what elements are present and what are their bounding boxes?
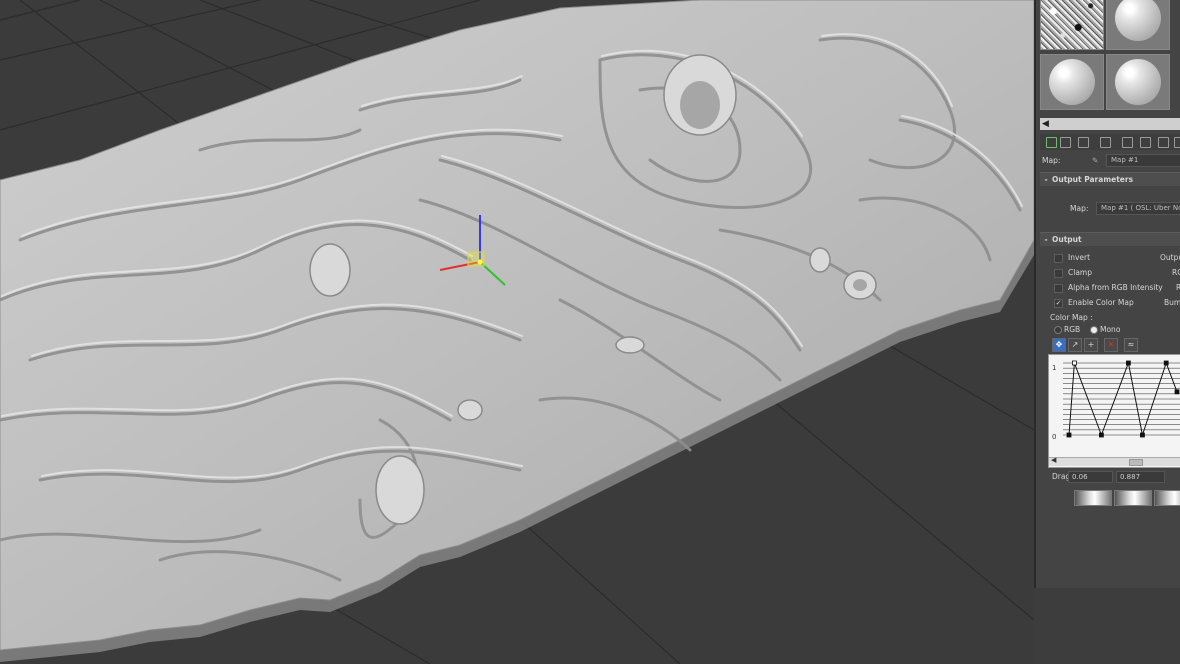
assign-material-icon[interactable] [1078,137,1089,148]
show-map-icon[interactable] [1158,137,1169,148]
drag-x-value[interactable]: 0.06 [1068,471,1113,483]
alpha-row: Alpha from RGB Intensity R [1040,281,1180,294]
add-point-icon[interactable]: + [1084,338,1098,352]
gradient-preset-button[interactable] [1114,490,1152,506]
rollout-collapse-icon: - [1044,235,1048,244]
rollout-title: Output Parameters [1052,175,1134,184]
enable-color-map-row: ✓ Enable Color Map Bump [1040,296,1180,309]
material-slot-3[interactable] [1040,54,1104,110]
output-amount-label: Output [1160,253,1180,262]
rollout-title: Output [1052,235,1082,244]
curve-control-point[interactable] [1099,432,1104,438]
material-slot-noise[interactable] [1040,0,1104,50]
invert-checkbox[interactable] [1054,254,1063,263]
curve-control-point[interactable] [1071,360,1077,366]
mono-radio[interactable] [1090,326,1098,334]
map-row: Map: ✎ Map #1 [1040,154,1180,167]
output-map-label: Map: [1070,204,1089,213]
viewport-canvas[interactable] [0,0,1034,664]
color-map-curve-graph[interactable]: 1 0 ◀ [1048,354,1180,468]
output-map-row: Map: Map #1 ( OSL: Uber Noise [1040,202,1180,215]
invert-label: Invert [1068,253,1091,262]
bump-amount-label: Bump [1164,298,1180,307]
scroll-left-icon[interactable]: ◀ [1051,456,1056,464]
output-parameters-rollout[interactable]: - Output Parameters [1040,172,1180,186]
map-name-field[interactable]: Map #1 [1106,154,1180,167]
curve-control-point[interactable] [1174,389,1180,395]
sphere-preview-icon [1115,59,1161,105]
mono-label: Mono [1100,325,1121,334]
curve-control-point[interactable] [1140,432,1145,438]
clamp-checkbox[interactable] [1054,269,1063,278]
material-slots [1040,0,1180,118]
delete-icon[interactable] [1100,137,1111,148]
reset-curve-icon[interactable]: ≈ [1124,338,1138,352]
move-point-icon[interactable]: ✥ [1052,338,1066,352]
map-label: Map: [1042,156,1061,165]
curve-y-max-label: 1 [1052,364,1057,372]
curve-control-point[interactable] [1126,360,1131,366]
alpha-from-rgb-label: Alpha from RGB Intensity [1068,283,1163,292]
material-toolbar [1040,134,1180,150]
drag-y-value[interactable]: 0.887 [1116,471,1165,483]
curve-control-point[interactable] [1066,432,1072,438]
scroll-left-icon[interactable]: ◀ [1042,118,1049,130]
sphere-preview-icon [1115,0,1161,41]
gradient-preset-button[interactable] [1154,490,1180,506]
sphere-preview-icon [1049,59,1095,105]
eyedropper-icon[interactable]: ✎ [1092,154,1098,167]
delete-point-icon[interactable]: ✕ [1104,338,1118,352]
scale-point-icon[interactable]: ↗ [1068,338,1082,352]
color-map-toolbar: ✥ ↗ + ✕ ≈ [1040,338,1180,352]
output-map-button[interactable]: Map #1 ( OSL: Uber Noise [1096,202,1180,215]
put-to-scene-icon[interactable] [1060,137,1071,148]
go-parent-icon[interactable] [1174,137,1180,148]
rgb-label: RGB [1064,325,1081,334]
clamp-label: Clamp [1068,268,1092,277]
gradient-preset-button[interactable] [1074,490,1112,506]
color-map-mode-row: RGB Mono [1040,323,1180,336]
enable-color-map-label: Enable Color Map [1068,298,1134,307]
rgb-level-label: R [1176,281,1180,294]
rollout-collapse-icon: - [1044,175,1048,184]
get-material-icon[interactable] [1046,137,1057,148]
invert-row: Invert Output [1040,251,1180,264]
curve-plot[interactable] [1063,357,1180,441]
rgb-radio[interactable] [1054,326,1062,334]
slots-scrollbar[interactable]: ◀ [1040,118,1180,130]
unique-icon[interactable] [1140,137,1151,148]
curve-control-point[interactable] [1163,360,1169,366]
scroll-thumb[interactable] [1129,459,1143,466]
rgb-offset-label: RG [1172,268,1180,277]
material-slot-4[interactable] [1106,54,1170,110]
noise-surface[interactable] [0,0,1034,664]
alpha-from-rgb-checkbox[interactable] [1054,284,1063,293]
enable-color-map-checkbox[interactable]: ✓ [1054,299,1063,308]
curve-scrollbar[interactable]: ◀ [1049,456,1180,466]
material-editor-panel: ◀ Map: ✎ Map #1 - Output Parameters Map: … [1034,0,1180,588]
drag-row: Drag 0.06 0.887 [1040,470,1180,483]
viewport[interactable] [0,0,1180,664]
clamp-row: Clamp RG [1040,266,1180,279]
output-rollout[interactable]: - Output [1040,232,1180,246]
make-copy-icon[interactable] [1122,137,1133,148]
curve-y-min-label: 0 [1052,433,1057,441]
material-slot-2[interactable] [1106,0,1170,50]
